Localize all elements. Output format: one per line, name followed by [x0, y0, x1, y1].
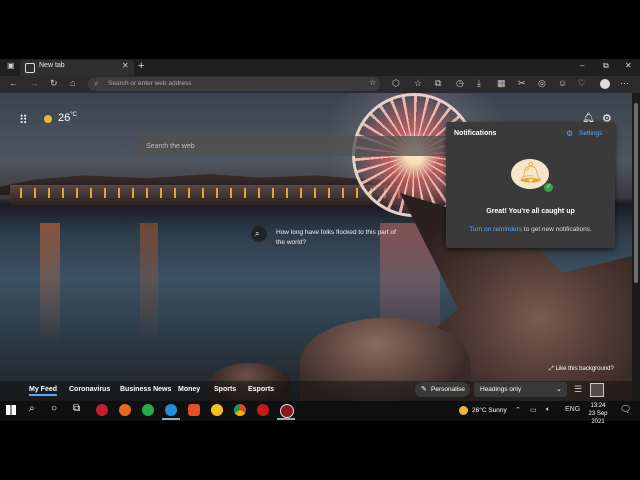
app-launcher-icon[interactable]: ⠿	[19, 113, 28, 127]
tab-new-tab[interactable]	[20, 60, 134, 76]
feed-tab-esports[interactable]: Esports	[248, 386, 274, 393]
profile-avatar[interactable]	[600, 79, 610, 89]
pencil-icon: ✎	[421, 386, 427, 393]
search-location-icon: ⌕	[255, 229, 260, 238]
scrollbar-thumb[interactable]	[634, 103, 638, 283]
web-search-placeholder: Search the web	[146, 143, 195, 150]
vivaldi-taskbar-icon[interactable]	[96, 404, 108, 416]
caught-up-heading: Great! You're all caught up	[486, 208, 575, 215]
taskbar-clock[interactable]: 13:24 23 Sep 2021	[583, 402, 613, 426]
add-favorite-icon[interactable]: ☆	[369, 78, 376, 87]
tab-close-icon[interactable]: ✕	[122, 61, 129, 70]
list-view-icon[interactable]: ☰	[574, 384, 582, 395]
notifications-settings-gear-icon[interactable]: ⚙	[566, 129, 573, 138]
location-info-text[interactable]: How long have folks flocked to this part…	[276, 228, 406, 247]
minimize-button[interactable]: –	[580, 61, 584, 70]
feed-tab-coronavirus[interactable]: Coronavirus	[69, 386, 110, 393]
tab-favicon-icon	[25, 63, 35, 73]
apps-icon[interactable]: ▦	[497, 78, 506, 89]
address-placeholder: Search or enter web address	[108, 80, 192, 87]
volume-icon[interactable]: 🔈︎	[546, 406, 550, 414]
notifications-subtext-rest: to get new notifications.	[522, 226, 592, 233]
favorites-icon[interactable]: ☆	[414, 78, 422, 89]
browser-essentials-icon[interactable]: ♡	[578, 78, 586, 89]
feedback-icon[interactable]: ☺	[558, 78, 567, 88]
history-icon[interactable]: ◷	[456, 78, 464, 89]
tab-title: New tab	[39, 62, 65, 69]
grid-view-icon[interactable]	[590, 383, 604, 397]
weather-sun-icon	[44, 115, 52, 123]
maximize-button[interactable]: ⧉	[603, 61, 609, 71]
tray-chevron-icon[interactable]: ⌃	[515, 406, 521, 414]
active-app-indicator	[162, 418, 180, 420]
personalise-label: Personalise	[431, 386, 465, 393]
taskbar-weather-icon	[459, 406, 468, 415]
notifications-settings-link[interactable]: Settings	[579, 130, 603, 137]
edge-dev-taskbar-icon[interactable]	[142, 404, 154, 416]
screenshot-icon[interactable]: ✂	[518, 78, 526, 89]
collections-icon[interactable]: ⧉	[435, 78, 441, 89]
feed-tab-sports[interactable]: Sports	[214, 386, 236, 393]
action-center-icon[interactable]: 🗨︎	[620, 404, 631, 415]
forward-icon[interactable]: →	[30, 78, 39, 88]
feed-tab-money[interactable]: Money	[178, 386, 200, 393]
weather-temperature: 26	[58, 112, 71, 124]
like-background-link[interactable]: ⤢ Like this background?	[549, 366, 614, 373]
recorder-taskbar-icon[interactable]	[280, 404, 294, 418]
bell-illustration-icon: 🔔︎	[518, 162, 544, 184]
feed-tab-my-feed[interactable]: My Feed	[29, 386, 58, 396]
taskbar-weather-text[interactable]: 26°C Sunny	[472, 407, 507, 414]
tab-actions-icon[interactable]: ▣	[7, 61, 15, 70]
like-background-text: Like this background?	[555, 366, 614, 372]
downloads-icon[interactable]: ⤓	[477, 78, 481, 89]
brave-taskbar-icon[interactable]	[188, 404, 200, 416]
clock-date: 23 Sep 2021	[588, 411, 608, 425]
letterbox-bottom	[0, 421, 640, 480]
weather-unit: °C	[70, 112, 77, 118]
extensions-icon[interactable]: ⬡	[392, 78, 400, 89]
opera-taskbar-icon[interactable]	[257, 404, 269, 416]
water-reflection	[40, 223, 60, 343]
start-button[interactable]	[6, 405, 16, 415]
task-view-icon[interactable]: ⧉	[73, 403, 80, 414]
refresh-icon[interactable]: ↻	[50, 78, 58, 89]
chevron-down-icon: ⌄	[556, 386, 562, 393]
chrome-taskbar-icon[interactable]	[234, 404, 246, 416]
water-reflection	[140, 223, 158, 343]
window-close-button[interactable]: ✕	[625, 61, 632, 70]
taskbar-search-icon[interactable]: ⌕	[29, 403, 35, 414]
letterbox-top	[0, 0, 640, 59]
back-icon[interactable]: ←	[9, 78, 18, 88]
home-icon[interactable]: ⌂	[70, 78, 75, 88]
clock-time: 13:24	[590, 403, 606, 409]
chrome-canary-taskbar-icon[interactable]	[211, 404, 223, 416]
address-search-icon: ⌕	[94, 79, 99, 88]
weather-widget[interactable]: 26°C	[58, 112, 77, 124]
feed-tab-business-news[interactable]: Business News	[120, 386, 171, 393]
active-app-indicator	[277, 418, 295, 420]
network-icon[interactable]: ▭	[530, 406, 537, 414]
language-icon[interactable]: ENG	[565, 406, 580, 413]
turn-on-reminders-link[interactable]: Turn on reminders	[469, 226, 522, 233]
new-tab-button[interactable]: +	[138, 60, 144, 72]
cortana-icon[interactable]: ○	[51, 403, 57, 414]
performance-icon[interactable]: ◎	[538, 78, 546, 89]
edge-taskbar-icon[interactable]	[165, 404, 177, 416]
layout-select-value: Headings only	[480, 386, 522, 393]
background-lights	[20, 188, 420, 198]
checkmark-icon: ✓	[544, 183, 553, 192]
more-menu-icon[interactable]: ⋯	[620, 78, 629, 89]
notifications-title: Notifications	[454, 130, 497, 137]
firefox-taskbar-icon[interactable]	[119, 404, 131, 416]
notifications-subtext: Turn on reminders to get new notificatio…	[446, 226, 615, 233]
